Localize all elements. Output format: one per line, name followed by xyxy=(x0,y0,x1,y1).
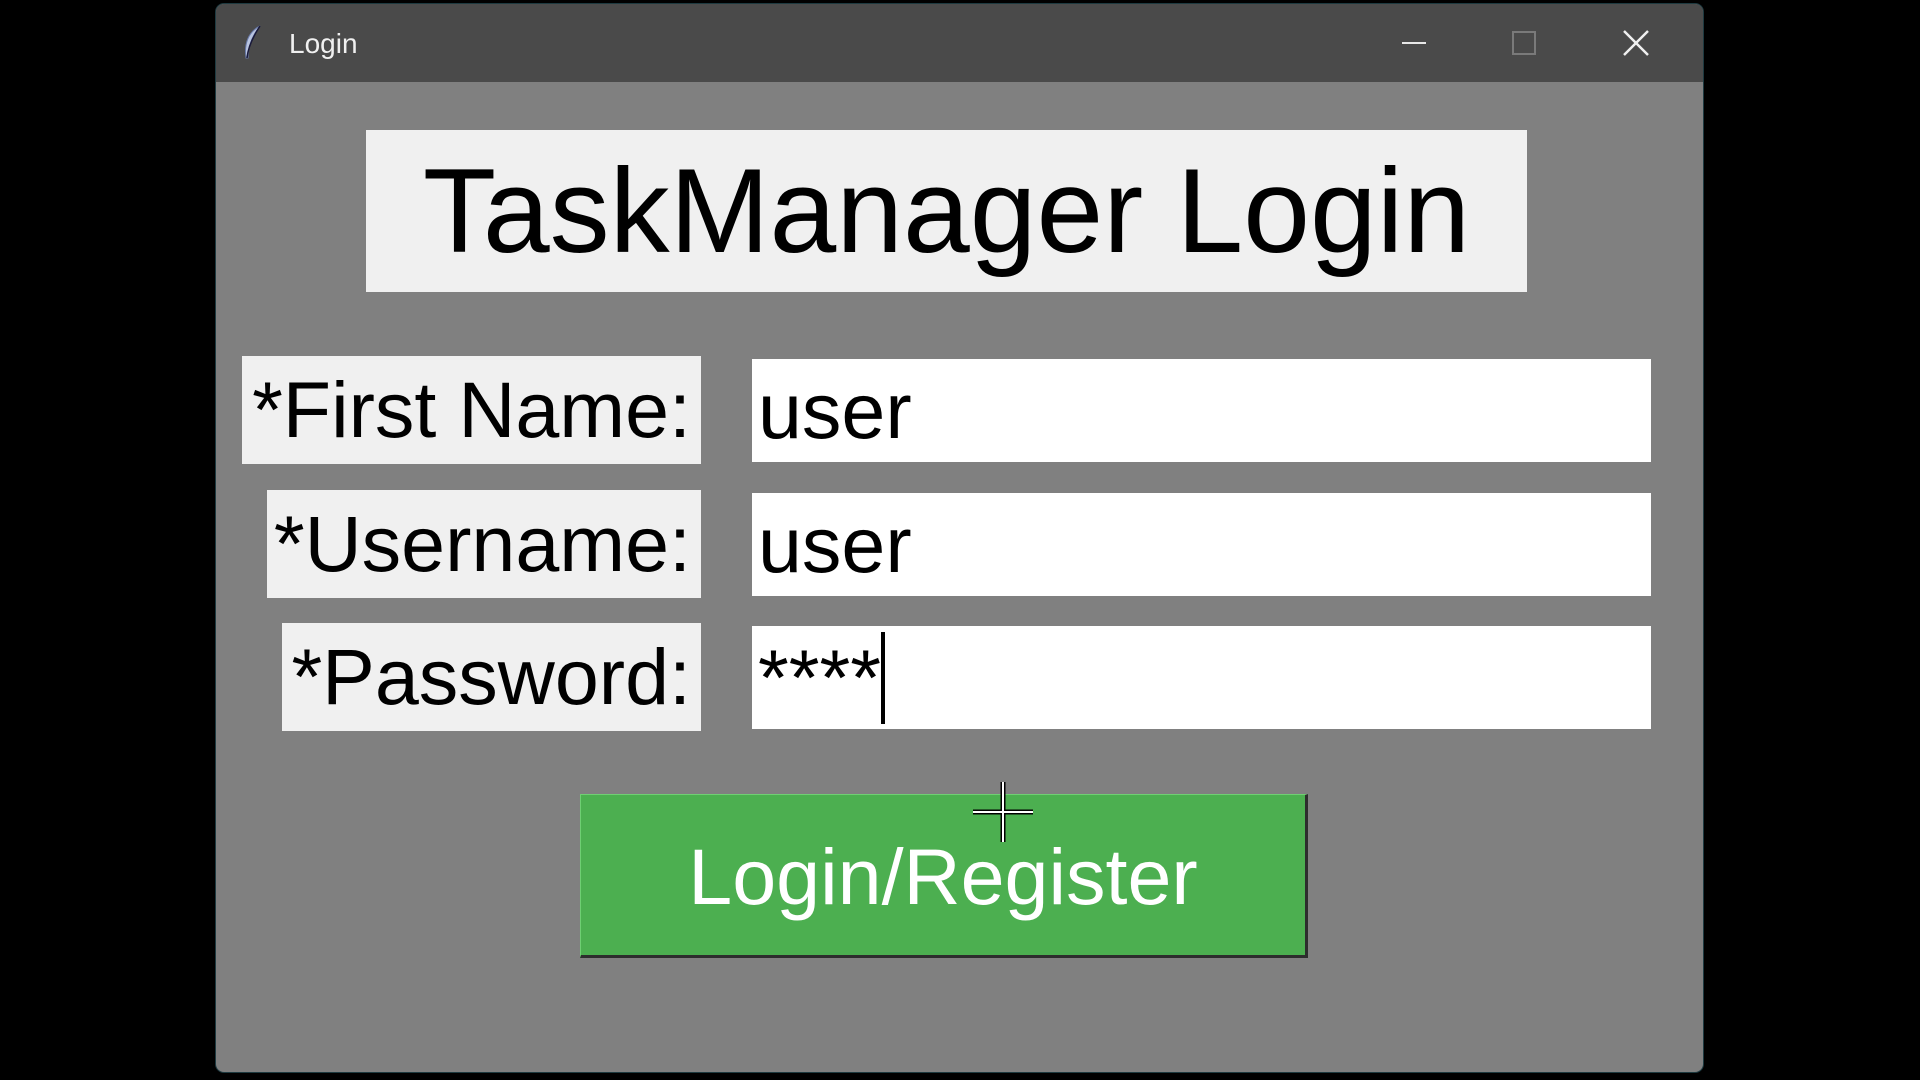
text-caret xyxy=(880,632,885,724)
login-register-button[interactable]: Login/Register xyxy=(580,794,1308,958)
close-icon xyxy=(1623,30,1649,56)
username-field[interactable]: user xyxy=(752,493,1651,596)
window-title: Login xyxy=(289,28,358,59)
crosshair-cursor-icon xyxy=(973,782,1033,842)
login-window: Login TaskManager Login *First Name: use… xyxy=(216,4,1703,1072)
maximize-button[interactable] xyxy=(1469,4,1579,82)
password-masked-value: **** xyxy=(758,633,881,722)
password-label: *Password: xyxy=(282,623,701,731)
maximize-icon xyxy=(1512,31,1536,55)
page-title: TaskManager Login xyxy=(366,130,1527,292)
first-name-field[interactable]: user xyxy=(752,359,1651,462)
first-name-label: *First Name: xyxy=(242,356,701,464)
minimize-button[interactable] xyxy=(1359,4,1469,82)
username-label: *Username: xyxy=(267,490,701,598)
password-field[interactable]: **** xyxy=(752,626,1651,729)
feather-icon xyxy=(245,25,261,59)
minimize-icon xyxy=(1402,42,1426,44)
close-button[interactable] xyxy=(1581,4,1691,82)
title-bar[interactable]: Login xyxy=(216,4,1703,82)
